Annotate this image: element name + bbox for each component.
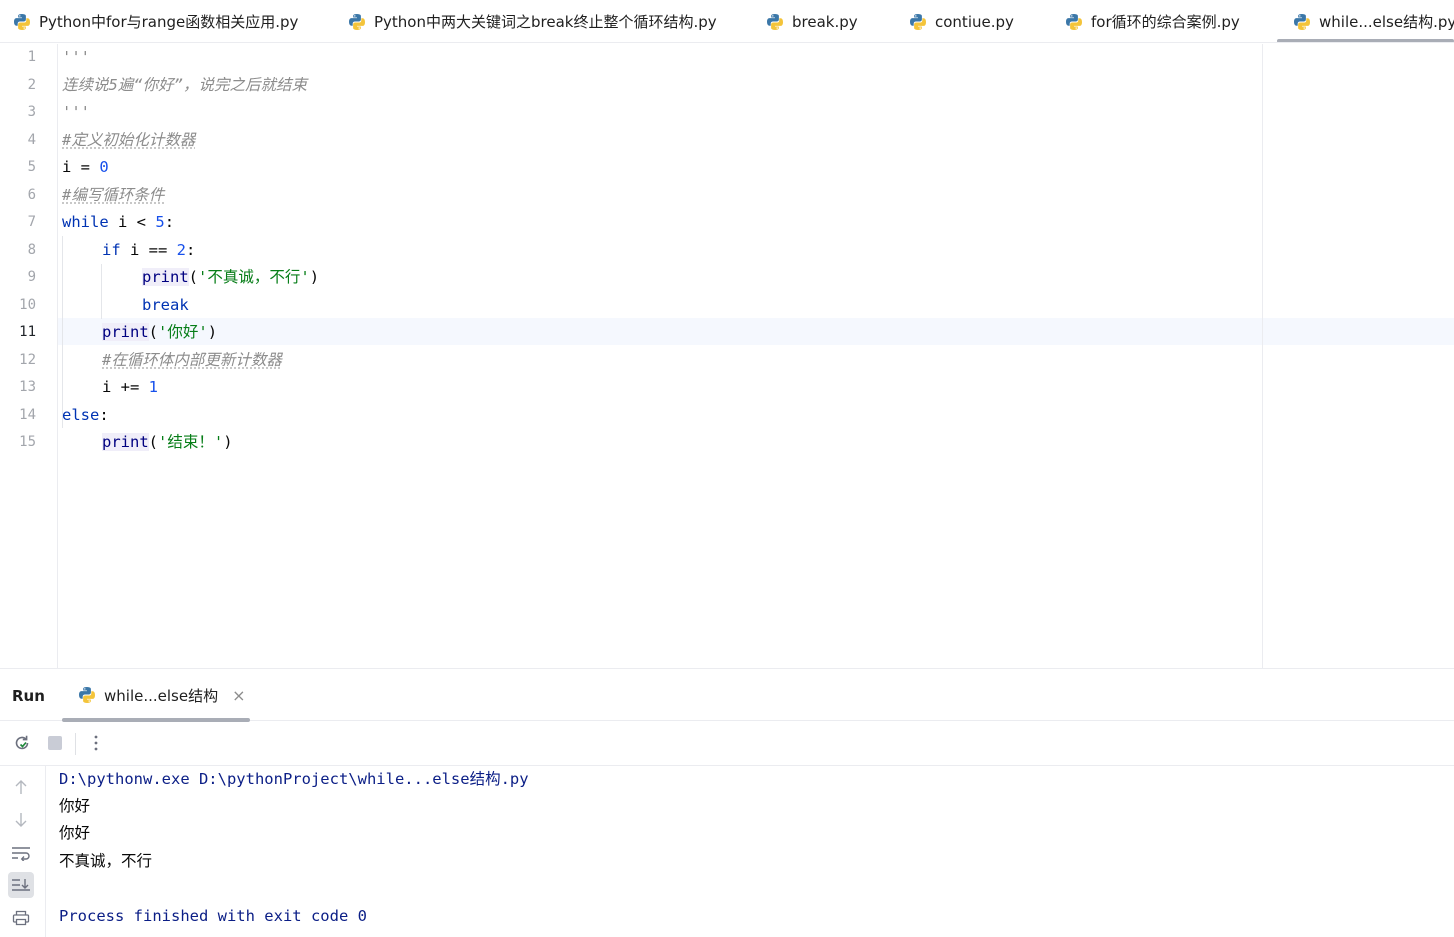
code-line-5: i = 0 (62, 154, 1454, 181)
code-line-7: while i < 5: (62, 209, 1454, 236)
tab-label: for循环的综合案例.py (1091, 11, 1240, 32)
run-header: Run while...else结构 × (0, 669, 1454, 721)
console-command-line: D:\pythonw.exe D:\pythonProject\while...… (59, 766, 529, 793)
soft-wrap-icon (11, 845, 31, 861)
tab-label: break.py (792, 13, 858, 31)
line-number: 10 (0, 292, 36, 319)
line-number: 3 (0, 99, 36, 126)
code-line-13: i += 1 (102, 374, 1454, 401)
python-file-icon (348, 13, 366, 31)
tab-break[interactable]: break.py (766, 0, 858, 43)
line-number: 7 (0, 209, 36, 236)
python-file-icon (78, 686, 96, 704)
python-file-icon (766, 13, 784, 31)
line-number: 13 (0, 374, 36, 401)
run-tab-label: while...else结构 (104, 685, 218, 706)
scroll-to-end-button[interactable] (8, 872, 34, 898)
tab-for-loop-examples[interactable]: for循环的综合案例.py (1065, 0, 1240, 43)
tab-label: Python中for与range函数相关应用.py (39, 11, 298, 32)
python-file-icon (1065, 13, 1083, 31)
tab-contiue[interactable]: contiue.py (909, 0, 1014, 43)
run-tool-window: Run while...else结构 × D:\pythonw.exe D:\p… (0, 668, 1454, 937)
python-file-icon (13, 13, 31, 31)
tab-label: contiue.py (935, 13, 1014, 31)
tab-while-else[interactable]: while...else结构.py (1277, 0, 1454, 43)
rerun-button[interactable] (11, 732, 33, 754)
code-line-11: print('你好') (102, 319, 1454, 346)
line-number: 1 (0, 44, 36, 71)
print-icon (12, 910, 30, 926)
line-number-gutter: 1 2 3 4 5 6 7 8 9 10 11 12 13 14 15 (0, 44, 58, 668)
editor-tab-bar: Python中for与range函数相关应用.py Python中两大关键词之b… (0, 0, 1454, 43)
scroll-down-button[interactable] (8, 807, 34, 833)
code-editor[interactable]: 1 2 3 4 5 6 7 8 9 10 11 12 13 14 15 ''' … (0, 44, 1454, 668)
arrow-down-icon (13, 811, 29, 829)
toolbar-separator (75, 733, 76, 755)
scroll-to-end-icon (11, 877, 31, 893)
python-file-icon (1293, 13, 1311, 31)
console-output-line: 你好 (59, 820, 90, 847)
stop-button[interactable] (44, 732, 66, 754)
code-text[interactable]: ''' 连续说5遍“你好”，说完之后就结束 ''' #定义初始化计数器 i = … (62, 44, 1454, 668)
code-line-8: if i == 2: (102, 237, 1454, 264)
line-number: 9 (0, 264, 36, 291)
console-exit-line: Process finished with exit code 0 (59, 903, 367, 930)
tab-python-break-keywords[interactable]: Python中两大关键词之break终止整个循环结构.py (348, 0, 717, 43)
code-line-9: print('不真诚，不行') (142, 264, 1454, 291)
indent-guide (101, 264, 102, 319)
stop-icon (47, 735, 63, 751)
print-button[interactable] (8, 905, 34, 931)
console-output-line: 不真诚，不行 (59, 848, 152, 875)
code-line-12: #在循环体内部更新计数器 (102, 347, 1454, 374)
tab-label: Python中两大关键词之break终止整个循环结构.py (374, 11, 717, 32)
code-line-15: print('结束！') (102, 429, 1454, 456)
code-line-10: break (142, 292, 1454, 319)
code-line-2: 连续说5遍“你好”，说完之后就结束 (62, 72, 1454, 99)
close-icon[interactable]: × (232, 686, 245, 705)
code-line-6: #编写循环条件 (62, 182, 1454, 209)
arrow-up-icon (13, 778, 29, 796)
console-output[interactable]: D:\pythonw.exe D:\pythonProject\while...… (59, 766, 1454, 937)
line-number: 4 (0, 127, 36, 154)
code-line-1: ''' (62, 44, 1454, 71)
code-line-14: else: (62, 402, 1454, 429)
run-config-tab[interactable]: while...else结构 × (62, 669, 250, 721)
code-line-4: #定义初始化计数器 (62, 127, 1454, 154)
run-toolbar (0, 721, 1454, 766)
run-title: Run (12, 669, 45, 721)
line-number: 14 (0, 402, 36, 429)
code-line-3: ''' (62, 99, 1454, 126)
tab-python-for-range[interactable]: Python中for与range函数相关应用.py (13, 0, 298, 43)
line-number: 5 (0, 154, 36, 181)
soft-wrap-button[interactable] (8, 840, 34, 866)
tab-label: while...else结构.py (1319, 11, 1454, 32)
more-options-button[interactable] (85, 732, 107, 754)
line-number: 12 (0, 347, 36, 374)
python-file-icon (909, 13, 927, 31)
line-number: 8 (0, 237, 36, 264)
console-side-toolbar (0, 766, 46, 937)
line-number: 2 (0, 72, 36, 99)
more-vertical-icon (93, 734, 99, 752)
rerun-icon (12, 733, 32, 753)
line-number: 6 (0, 182, 36, 209)
line-number-current: 11 (0, 319, 36, 346)
indent-guide (62, 236, 63, 428)
console-output-line: 你好 (59, 793, 90, 820)
line-number: 15 (0, 429, 36, 456)
scroll-up-button[interactable] (8, 774, 34, 800)
